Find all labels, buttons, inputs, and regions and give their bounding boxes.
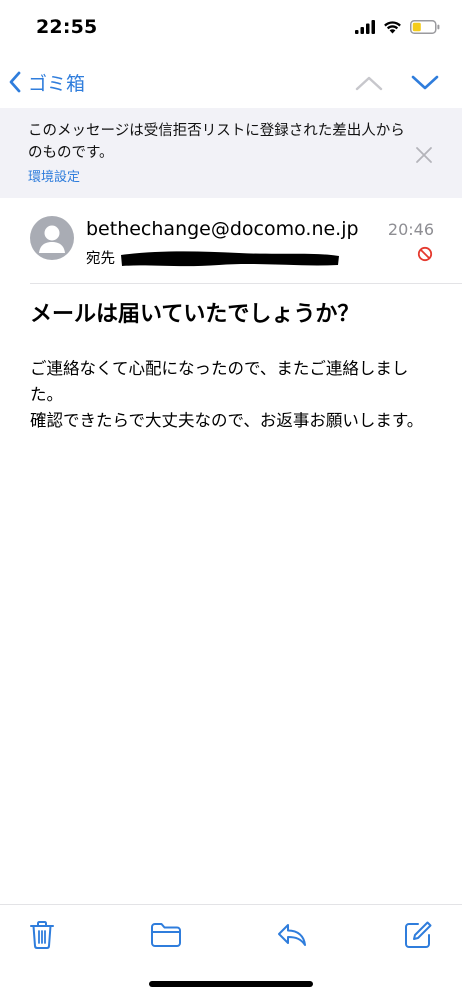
delete-button[interactable] (24, 917, 60, 953)
blocked-sender-message: このメッセージは受信拒否リストに登録された差出人からのものです。 (28, 123, 405, 161)
status-bar: 22:55 (0, 0, 462, 58)
back-to-trash-button[interactable]: ゴミ箱 (8, 66, 85, 98)
recipient-row[interactable]: 宛先 (86, 245, 341, 269)
bottom-toolbar (0, 904, 462, 965)
compose-icon (405, 921, 432, 948)
preferences-link[interactable]: 環境設定 (28, 166, 80, 185)
signal-icon (355, 20, 375, 34)
home-indicator[interactable] (149, 981, 313, 987)
avatar (30, 216, 74, 260)
next-message-button[interactable] (408, 66, 442, 100)
previous-message-button[interactable] (352, 66, 386, 100)
navigation-bar: ゴミ箱 (0, 58, 462, 108)
redaction-mark (121, 251, 339, 267)
status-time: 22:55 (36, 16, 98, 38)
recipient-label: 宛先 (86, 250, 115, 267)
message-header: bethechange@docomo.ne.jp 宛先 20:46 (0, 198, 462, 284)
reply-icon (278, 924, 306, 946)
blocked-icon (417, 246, 433, 262)
status-icons (355, 20, 440, 34)
back-label: ゴミ箱 (28, 72, 86, 95)
sent-time: 20:46 (387, 220, 434, 239)
chevron-up-icon (355, 76, 383, 91)
sender-address[interactable]: bethechange@docomo.ne.jp (86, 218, 359, 240)
header-divider (30, 283, 462, 284)
compose-button[interactable] (400, 917, 436, 953)
message-subject: メールは届いていたでしょうか？ (30, 302, 360, 327)
wifi-icon (384, 21, 401, 34)
close-icon (416, 147, 432, 163)
message-body: ご連絡なくて心配になったので、またご連絡しました。 確認できたらで大丈夫なので、… (30, 359, 424, 430)
battery-icon (410, 20, 440, 34)
mail-message-screen: 22:55 ゴミ箱 このメッセージは受信拒否リストに登録された差出人からのもので… (0, 0, 462, 999)
chevron-down-icon (411, 75, 439, 90)
reply-button[interactable] (274, 917, 310, 953)
banner-close-button[interactable] (410, 141, 438, 169)
trash-icon (30, 921, 54, 949)
folder-icon (151, 923, 181, 947)
chevron-left-icon (9, 71, 21, 93)
move-to-folder-button[interactable] (148, 917, 184, 953)
blocked-sender-banner: このメッセージは受信拒否リストに登録された差出人からのものです。 環境設定 (0, 108, 462, 198)
person-icon (39, 225, 65, 253)
